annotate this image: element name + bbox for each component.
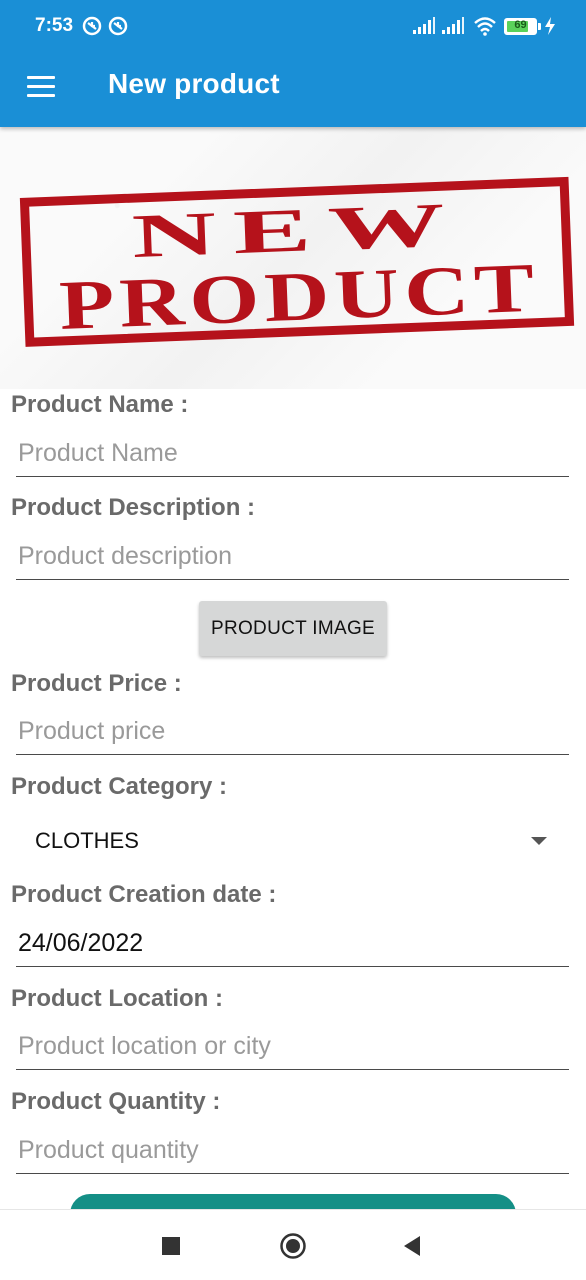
page-title: New product [108, 68, 280, 99]
new-product-banner: NEW PRODUCT [0, 127, 586, 389]
new-product-stamp: NEW PRODUCT [19, 176, 575, 347]
notification-icon [108, 16, 128, 36]
battery-level: 69 [514, 19, 527, 31]
recents-button[interactable] [141, 1210, 201, 1280]
product-category-value: CLOTHES [35, 828, 139, 853]
product-name-field[interactable] [16, 431, 569, 477]
status-time: 7:53 [35, 15, 74, 36]
product-creation-date-field[interactable] [16, 921, 569, 967]
product-quantity-input[interactable] [16, 1128, 569, 1172]
product-description-input[interactable] [16, 534, 569, 578]
product-location-field[interactable] [16, 1024, 569, 1070]
wifi-icon [474, 17, 496, 36]
product-name-input[interactable] [16, 431, 569, 475]
product-image-button[interactable]: PRODUCT IMAGE [199, 601, 387, 656]
product-price-field[interactable] [16, 709, 569, 755]
signal-icon [413, 17, 435, 34]
square-icon [162, 1236, 180, 1255]
system-navigation-bar [0, 1209, 586, 1280]
triangle-back-icon [404, 1235, 420, 1256]
product-location-input[interactable] [16, 1024, 569, 1068]
product-price-label: Product Price : [11, 670, 182, 697]
status-bar: 7:53 69 [0, 0, 586, 54]
product-description-field[interactable] [16, 534, 569, 580]
product-category-dropdown[interactable]: CLOTHES [16, 815, 569, 867]
signal-icon [442, 17, 464, 34]
home-button[interactable] [263, 1210, 323, 1280]
back-button[interactable] [382, 1210, 442, 1280]
circle-home-icon [280, 1232, 306, 1259]
svg-text:PRODUCT: PRODUCT [58, 250, 541, 345]
product-quantity-field[interactable] [16, 1128, 569, 1174]
product-creation-date-label: Product Creation date : [11, 881, 277, 908]
menu-button[interactable] [22, 70, 62, 106]
app-bar: 7:53 69 New product [0, 0, 586, 127]
product-location-label: Product Location : [11, 985, 223, 1012]
dropdown-arrow-icon [531, 837, 547, 845]
product-category-label: Product Category : [11, 773, 228, 800]
notification-icon [82, 16, 102, 36]
product-price-input[interactable] [16, 709, 569, 753]
product-description-label: Product Description : [11, 494, 256, 521]
product-quantity-label: Product Quantity : [11, 1088, 221, 1115]
product-creation-date-input[interactable] [16, 921, 569, 965]
product-name-label: Product Name : [11, 391, 189, 418]
charging-icon [545, 17, 555, 35]
battery-icon: 69 [504, 18, 537, 35]
